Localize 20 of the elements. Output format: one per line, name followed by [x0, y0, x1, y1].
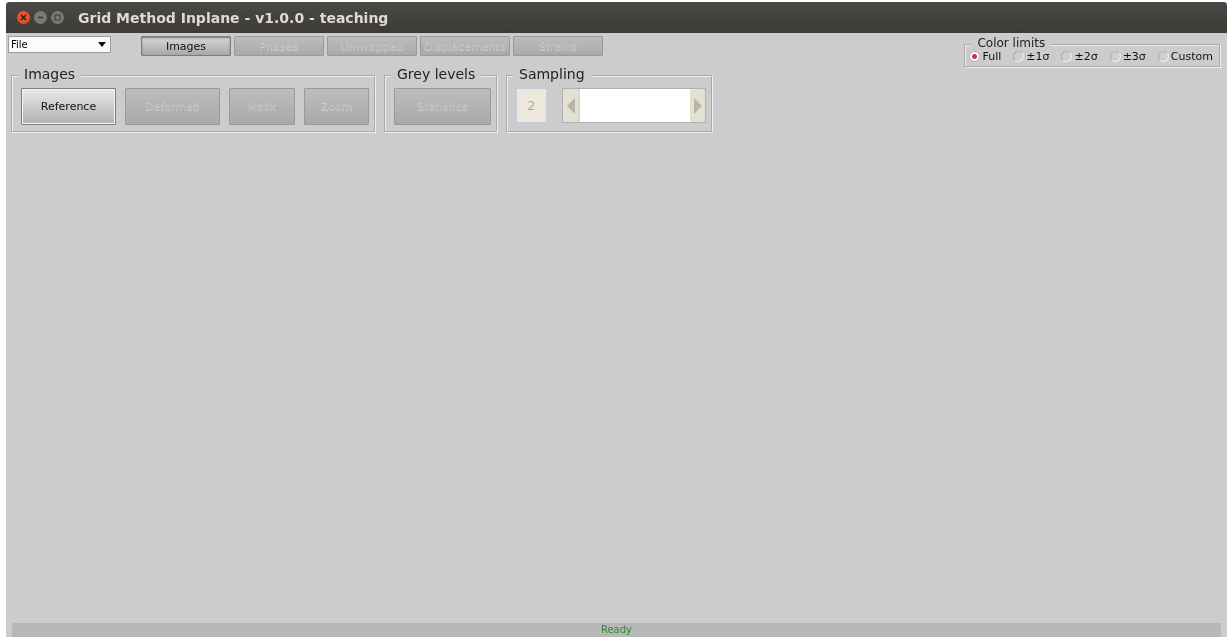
group-title: Grey levels — [391, 66, 482, 82]
group-title: Sampling — [513, 66, 591, 82]
maximize-icon[interactable] — [51, 11, 64, 24]
radio-option[interactable]: Full — [969, 50, 1002, 63]
close-icon[interactable] — [17, 11, 30, 24]
window-title: Grid Method Inplane - v1.0.0 - teaching — [78, 9, 389, 26]
radio-option[interactable]: Custom — [1157, 50, 1213, 63]
sampling-field[interactable]: 2 — [516, 88, 547, 123]
status-bar: Ready — [12, 623, 1221, 637]
group-title: Color limits — [971, 36, 1052, 50]
action-button[interactable]: Reference — [21, 88, 116, 125]
group-title: Images — [18, 66, 82, 82]
radio-option[interactable]: ±2σ — [1061, 50, 1098, 63]
file-dropdown[interactable]: File — [8, 36, 111, 53]
radio-option[interactable]: ±1σ — [1013, 50, 1050, 63]
radio-option[interactable]: ±3σ — [1109, 50, 1146, 63]
caret-icon — [98, 42, 106, 47]
sampling-slider[interactable] — [562, 88, 706, 123]
tab[interactable]: Images — [141, 36, 231, 56]
minimize-icon[interactable] — [34, 11, 47, 24]
